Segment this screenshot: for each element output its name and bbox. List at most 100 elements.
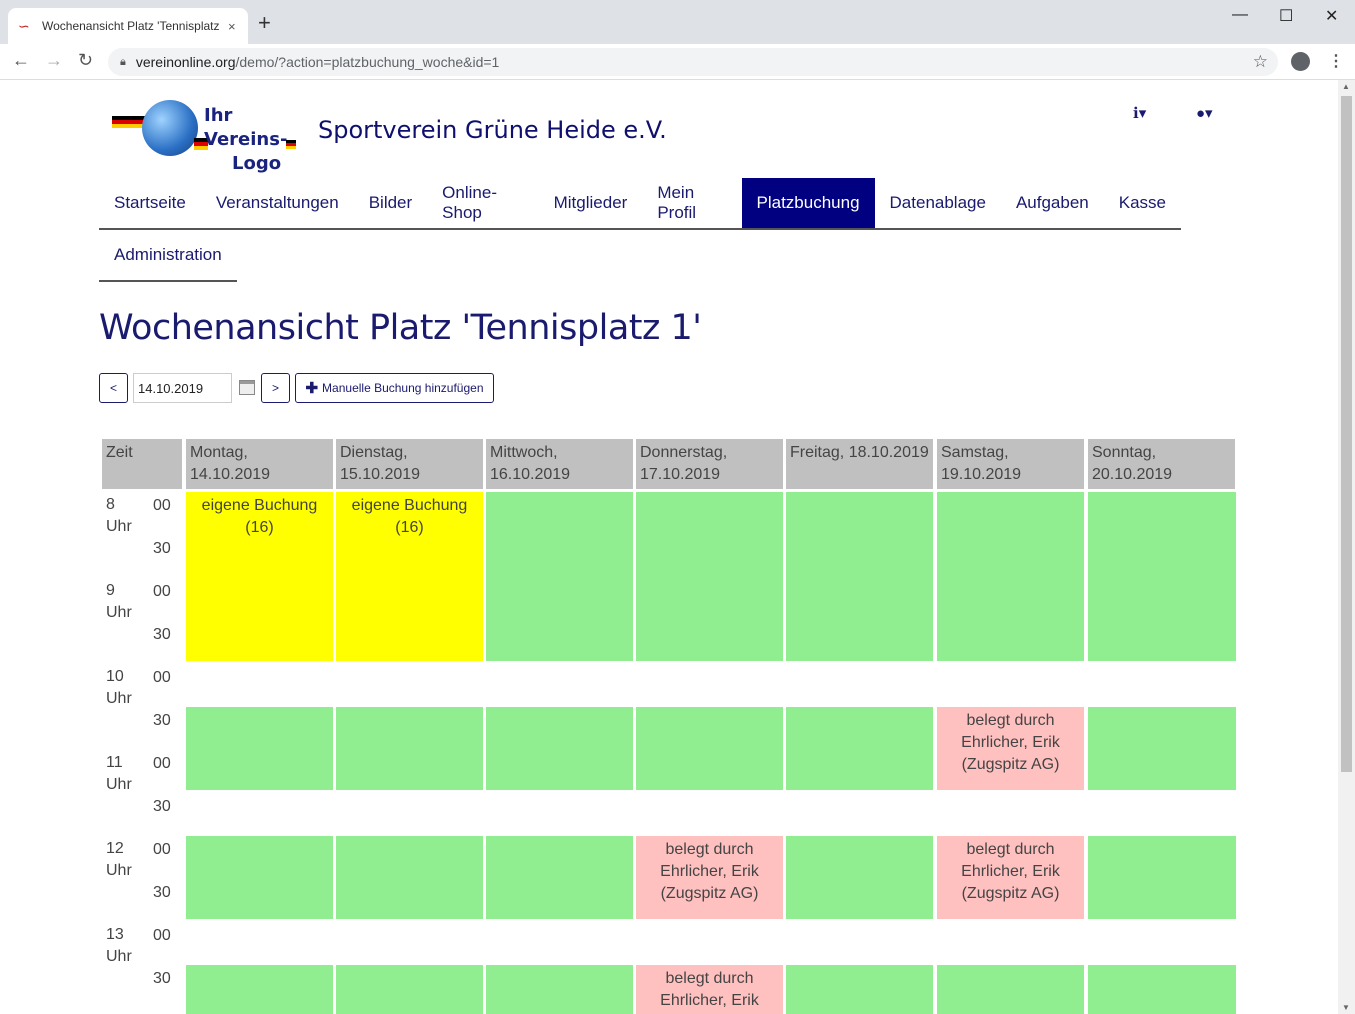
- slot-free[interactable]: [186, 707, 333, 790]
- lock-icon: 🔒︎: [120, 55, 126, 68]
- site-title[interactable]: Sportverein Grüne Heide e.V.: [318, 116, 667, 144]
- slot-free[interactable]: [486, 965, 633, 1014]
- nav-item-bilder[interactable]: Bilder: [354, 178, 427, 228]
- calendar-icon[interactable]: [239, 380, 255, 395]
- bookmark-star-icon[interactable]: ☆: [1253, 52, 1268, 72]
- minute-label: 30: [153, 712, 171, 729]
- url-text: vereinonline.org/demo/?action=platzbuchu…: [135, 54, 500, 70]
- nav-item-kasse[interactable]: Kasse: [1104, 178, 1181, 228]
- nav-item-mitglieder[interactable]: Mitglieder: [539, 178, 643, 228]
- slot-free[interactable]: [636, 707, 783, 790]
- minimize-button[interactable]: —: [1232, 6, 1248, 24]
- minute-label: 00: [153, 669, 171, 686]
- new-tab-button[interactable]: +: [258, 12, 271, 34]
- scroll-up-icon[interactable]: ▲: [1342, 82, 1350, 91]
- minute-label: 30: [153, 970, 171, 987]
- forward-arrow-icon[interactable]: →: [45, 50, 63, 71]
- nav-item-veranstaltungen[interactable]: Veranstaltungen: [201, 178, 354, 228]
- site-favicon-icon: ∽: [18, 18, 30, 34]
- day-header-tuesday: Dienstag, 15.10.2019: [336, 439, 483, 489]
- day-header-saturday: Samstag, 19.10.2019: [937, 439, 1084, 489]
- nav-item-online-shop[interactable]: Online-Shop: [427, 178, 538, 228]
- slot-free[interactable]: [786, 492, 933, 661]
- scroll-thumb[interactable]: [1341, 96, 1352, 772]
- info-circle-icon[interactable]: ℹ▾: [1133, 104, 1146, 122]
- time-label-9: 9 Uhr: [106, 582, 132, 621]
- minute-label: 30: [153, 798, 171, 815]
- slot-free[interactable]: [937, 965, 1084, 1014]
- slot-free[interactable]: [486, 492, 633, 661]
- add-booking-label: Manuelle Buchung hinzufügen: [322, 381, 484, 395]
- slot-free[interactable]: [486, 836, 633, 919]
- minute-label: 00: [153, 927, 171, 944]
- nav-item-platzbuchung[interactable]: Platzbuchung: [741, 178, 875, 228]
- minute-label: 00: [153, 841, 171, 858]
- minute-label: 30: [153, 540, 171, 557]
- minute-label: 00: [153, 497, 171, 514]
- slot-free[interactable]: [786, 707, 933, 790]
- close-window-button[interactable]: ✕: [1325, 6, 1338, 26]
- profile-icon[interactable]: [1291, 52, 1310, 71]
- address-bar[interactable]: 🔒︎ vereinonline.org/demo/?action=platzbu…: [108, 48, 1278, 76]
- tab-title: Wochenansicht Platz 'Tennisplatz: [42, 19, 220, 33]
- date-field[interactable]: [133, 373, 232, 403]
- browser-menu-icon[interactable]: ⋮: [1328, 51, 1344, 71]
- globe-icon: [142, 100, 198, 156]
- day-header-thursday: Donnerstag, 17.10.2019: [636, 439, 783, 489]
- slot-free[interactable]: [336, 707, 483, 790]
- club-logo[interactable]: Ihr Vereins- Logo: [112, 98, 304, 174]
- minute-label: 30: [153, 884, 171, 901]
- page-title: Wochenansicht Platz 'Tennisplatz 1': [99, 308, 702, 348]
- page-scrollbar[interactable]: ▲ ▼: [1338, 80, 1355, 1014]
- secondary-navigation: Administration: [99, 230, 237, 282]
- add-booking-button[interactable]: ✚ Manuelle Buchung hinzufügen: [295, 373, 494, 403]
- time-column-header: Zeit: [102, 439, 182, 489]
- nav-item-aufgaben[interactable]: Aufgaben: [1001, 178, 1104, 228]
- nav-item-startseite[interactable]: Startseite: [99, 178, 201, 228]
- day-header-monday: Montag, 14.10.2019: [186, 439, 333, 489]
- plus-icon: ✚: [305, 380, 319, 397]
- time-label-11: 11 Uhr: [106, 754, 132, 793]
- slot-free[interactable]: [186, 965, 333, 1014]
- slot-free[interactable]: [336, 965, 483, 1014]
- maximize-button[interactable]: ☐: [1279, 6, 1293, 26]
- booking-own[interactable]: eigene Buchung (16): [336, 492, 483, 661]
- slot-free[interactable]: [636, 492, 783, 661]
- day-header-wednesday: Mittwoch, 16.10.2019: [486, 439, 633, 489]
- slot-free[interactable]: [1088, 492, 1236, 661]
- reload-icon[interactable]: ↻: [78, 50, 93, 71]
- slot-free[interactable]: [786, 836, 933, 919]
- tab-close-icon[interactable]: ×: [228, 19, 236, 34]
- time-label-12: 12 Uhr: [106, 840, 132, 879]
- browser-tab[interactable]: ∽ Wochenansicht Platz 'Tennisplatz ×: [8, 8, 248, 44]
- slot-free[interactable]: [1088, 836, 1236, 919]
- minute-label: 00: [153, 755, 171, 772]
- slot-free[interactable]: [786, 965, 933, 1014]
- slot-free[interactable]: [937, 492, 1084, 661]
- minute-label: 00: [153, 583, 171, 600]
- next-week-button[interactable]: >: [261, 373, 290, 403]
- booking-taken[interactable]: belegt durch Ehrlicher, Erik (Zugspitz AG): [636, 836, 783, 919]
- time-label-13: 13 Uhr: [106, 926, 132, 965]
- booking-own[interactable]: eigene Buchung (16): [186, 492, 333, 661]
- slot-free[interactable]: [186, 836, 333, 919]
- slot-free[interactable]: [486, 707, 633, 790]
- scroll-down-icon[interactable]: ▼: [1342, 1003, 1350, 1012]
- time-label-8: 8 Uhr: [106, 496, 132, 535]
- nav-item-mein-profil[interactable]: Mein Profil: [642, 178, 741, 228]
- nav-item-datenablage[interactable]: Datenablage: [875, 178, 1001, 228]
- time-label-10: 10 Uhr: [106, 668, 132, 707]
- booking-taken[interactable]: belegt durch Ehrlicher, Erik (Zugspitz AG): [937, 707, 1084, 790]
- slot-free[interactable]: [1088, 707, 1236, 790]
- previous-week-button[interactable]: <: [99, 373, 128, 403]
- back-arrow-icon[interactable]: ←: [12, 50, 30, 71]
- slot-free[interactable]: [1088, 965, 1236, 1014]
- user-icon[interactable]: ●▾: [1196, 104, 1213, 122]
- booking-taken[interactable]: belegt durch Ehrlicher, Erik: [636, 965, 783, 1014]
- main-navigation: Startseite Veranstaltungen Bilder Online…: [99, 178, 1181, 230]
- minute-label: 30: [153, 626, 171, 643]
- nav-item-administration[interactable]: Administration: [99, 230, 237, 280]
- browser-tab-strip: ∽ Wochenansicht Platz 'Tennisplatz × + —…: [0, 0, 1355, 44]
- booking-taken[interactable]: belegt durch Ehrlicher, Erik (Zugspitz AG): [937, 836, 1084, 919]
- slot-free[interactable]: [336, 836, 483, 919]
